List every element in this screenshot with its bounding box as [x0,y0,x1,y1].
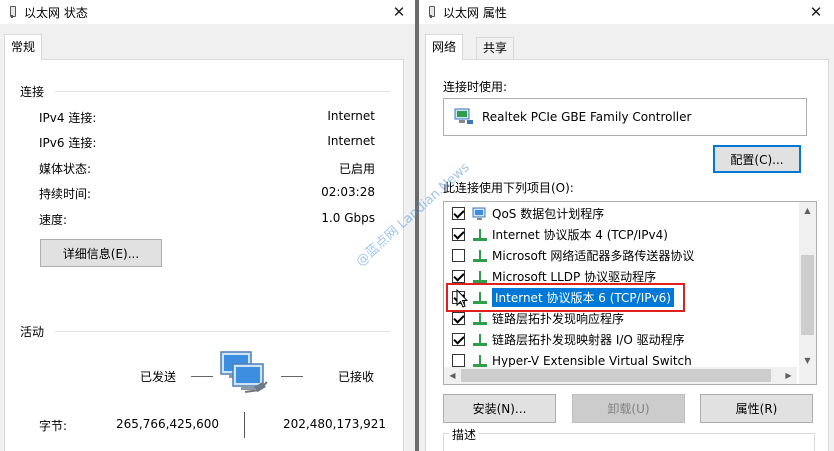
status-tabs: 常规 [0,34,415,60]
duration-value: 02:03:28 [321,185,375,199]
properties-window: 以太网 属性 ✕ 网络 共享 连接时使用: Realtek PCIe GBE F… [419,0,834,451]
sent-label: 已发送 [140,370,177,384]
protocol-icon [473,312,487,325]
scrollbar-corner [799,367,816,384]
list-item[interactable]: Internet 协议版本 4 (TCP/IPv4) [444,224,794,245]
scroll-up-icon[interactable]: ▲ [799,202,816,219]
properties-button[interactable]: 属性(R) [700,394,813,423]
list-item[interactable]: 链路层拓扑发现响应程序 [444,308,794,329]
activity-divider [55,331,390,332]
status-window-title: 以太网 状态 [24,5,88,20]
properties-window-title: 以太网 属性 [443,5,507,20]
install-button[interactable]: 安装(N)... [443,394,556,423]
components-list[interactable]: QoS 数据包计划程序 Internet 协议版本 4 (TCP/IPv4) M… [443,201,817,385]
item-label: Microsoft 网络适配器多路传送器协议 [492,249,695,263]
checkbox-ipv4[interactable] [452,228,465,241]
configure-button[interactable]: 配置(C)... [713,145,801,173]
checkbox-qos[interactable] [452,207,465,220]
ipv6-label: IPv6 连接: [39,136,97,150]
network-activity-icon [220,351,268,393]
item-label: Internet 协议版本 4 (TCP/IPv4) [492,228,668,242]
item-label: Hyper-V Extensible Virtual Switch [492,353,692,368]
description-label: 描述 [449,426,480,443]
bytes-label: 字节: [39,419,68,433]
horizontal-scroll-thumb[interactable] [461,369,771,382]
list-item[interactable]: 链路层拓扑发现映射器 I/O 驱动程序 [444,329,794,350]
protocol-icon [473,291,487,304]
close-icon[interactable]: ✕ [801,0,831,24]
list-item[interactable]: QoS 数据包计划程序 [444,203,794,224]
tab-sharing[interactable]: 共享 [476,37,515,59]
connect-using-label: 连接时使用: [443,80,508,94]
tab-general[interactable]: 常规 [4,34,43,60]
item-label: 链路层拓扑发现响应程序 [492,312,625,326]
bytes-received-value: 202,480,173,921 [283,417,387,431]
tab-network[interactable]: 网络 [425,34,464,60]
scroll-right-icon[interactable]: ▶ [780,367,797,384]
checkbox-lltd-mapper[interactable] [452,333,465,346]
uninstall-button[interactable]: 卸载(U) [572,394,685,423]
protocol-icon [473,270,487,283]
item-label: QoS 数据包计划程序 [492,207,605,221]
duration-label: 持续时间: [39,187,92,201]
connection-heading: 连接 [20,85,45,99]
details-button[interactable]: 详细信息(E)... [40,239,162,267]
activity-heading: 活动 [20,325,45,339]
ipv4-value: Internet [327,109,375,123]
general-panel: 连接 IPv4 连接: Internet IPv6 连接: Internet 媒… [4,59,404,451]
speed-value: 1.0 Gbps [321,211,375,225]
received-label: 已接收 [338,370,375,384]
network-adapter-icon [427,6,435,18]
ipv4-label: IPv4 连接: [39,111,97,125]
horizontal-scrollbar[interactable]: ◀ ▶ [444,367,797,384]
qos-network-icon [472,207,486,220]
close-icon[interactable]: ✕ [384,0,414,24]
mouse-cursor-icon [456,289,468,308]
checkbox-lldp[interactable] [452,270,465,283]
properties-titlebar: 以太网 属性 ✕ [419,0,834,24]
description-group [443,433,815,451]
bytes-divider [244,412,245,438]
item-label: 链路层拓扑发现映射器 I/O 驱动程序 [492,333,685,347]
checkbox-multiplexor[interactable] [452,249,465,262]
speed-label: 速度: [39,213,68,227]
connection-divider [55,91,390,92]
items-label: 此连接使用下列项目(O): [443,181,574,195]
adapter-field: Realtek PCIe GBE Family Controller [443,98,807,136]
sent-line [191,376,213,377]
protocol-icon [473,333,487,346]
bytes-sent-value: 265,766,425,600 [116,417,220,431]
item-label: Microsoft LLDP 协议驱动程序 [492,270,657,284]
properties-tabs: 网络 共享 [419,34,834,60]
ipv6-value: Internet [327,134,375,148]
scroll-left-icon[interactable]: ◀ [444,367,461,384]
media-state-label: 媒体状态: [39,162,92,176]
received-line [281,376,303,377]
checkbox-lltd-responder[interactable] [452,312,465,325]
adapter-icon [454,108,473,124]
list-item[interactable]: Microsoft 网络适配器多路传送器协议 [444,245,794,266]
network-panel: 连接时使用: Realtek PCIe GBE Family Controlle… [425,59,829,451]
item-label: Internet 协议版本 6 (TCP/IPv6) [492,288,674,307]
list-item[interactable]: Microsoft LLDP 协议驱动程序 [444,266,794,287]
vertical-scrollbar[interactable]: ▲ ▼ [799,202,816,369]
network-adapter-icon [8,6,16,18]
checkbox-hyperv[interactable] [452,354,465,367]
adapter-name: Realtek PCIe GBE Family Controller [482,110,692,124]
media-state-value: 已启用 [338,162,375,176]
protocol-icon [473,228,487,241]
status-titlebar: 以太网 状态 ✕ [0,0,415,24]
protocol-icon [473,249,487,262]
vertical-scroll-thumb[interactable] [801,255,814,335]
list-item[interactable]: Internet 协议版本 6 (TCP/IPv6) [444,287,794,308]
status-window: 以太网 状态 ✕ 常规 连接 IPv4 连接: Internet IPv6 连接… [0,0,415,451]
